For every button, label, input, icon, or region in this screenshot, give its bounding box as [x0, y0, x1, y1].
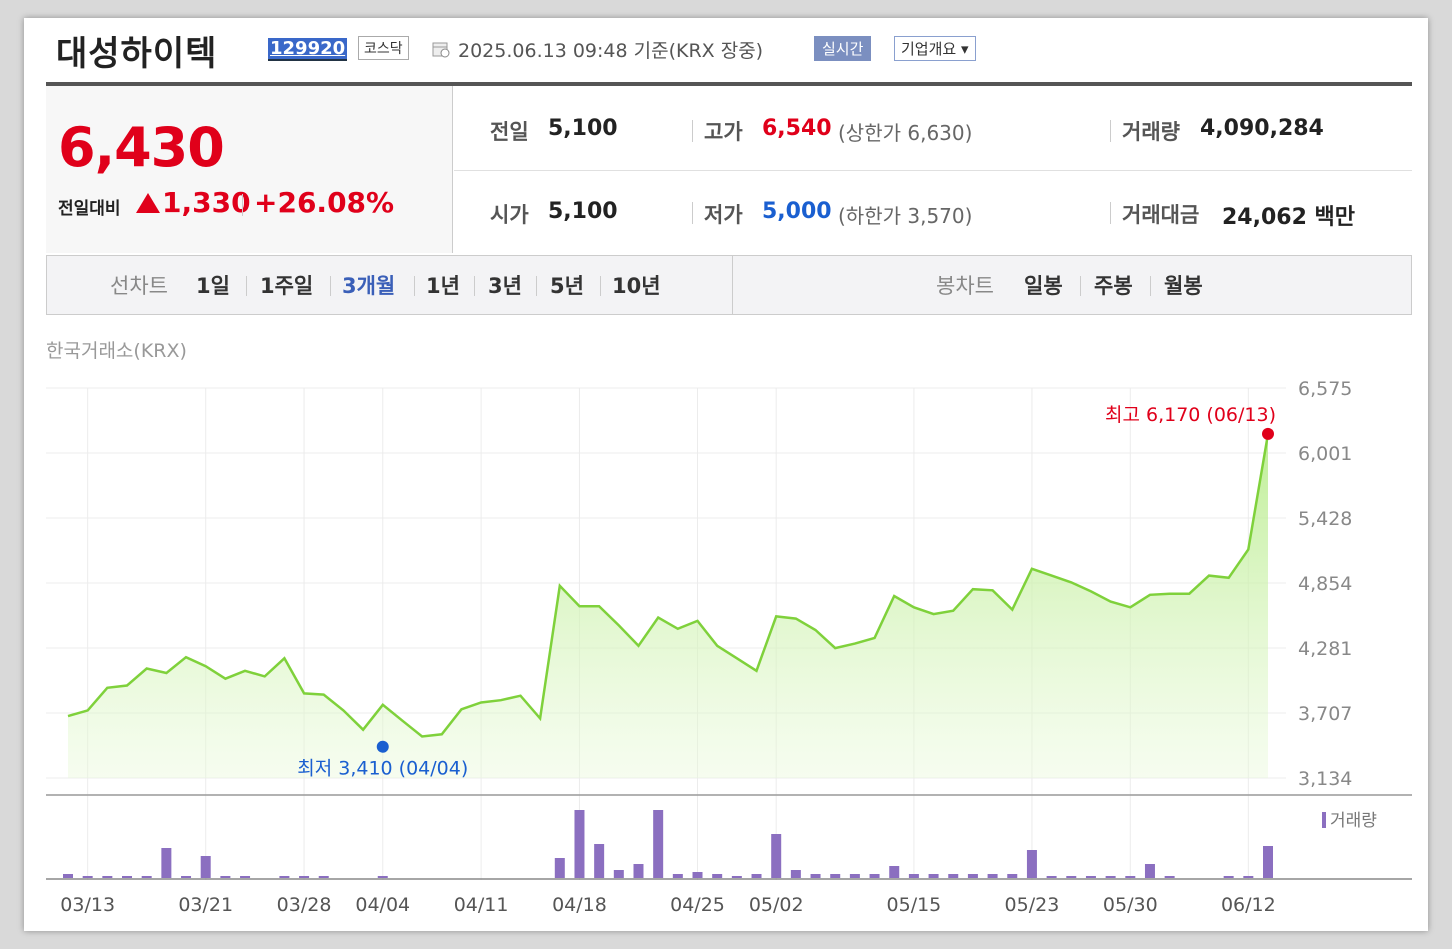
volume-bar [948, 874, 959, 878]
volume-bar [279, 876, 290, 878]
volume-bar [377, 876, 388, 878]
volume-bar [574, 810, 585, 878]
volume-bar [63, 874, 73, 878]
volume-bar [220, 876, 231, 878]
x-tick-label: 04/11 [454, 894, 509, 916]
volume-bar [869, 874, 880, 878]
volume-bar [1263, 846, 1273, 878]
volume-bar [1243, 876, 1254, 878]
volume-bar [1066, 876, 1077, 878]
volume-bar [122, 876, 133, 878]
volume-bar [200, 856, 211, 878]
volume-bar [692, 872, 703, 878]
volume-bar [889, 866, 900, 878]
volume-bar [1046, 876, 1057, 878]
volume-legend: 거래량 [1330, 811, 1377, 831]
volume-bar [1223, 876, 1234, 878]
volume-bar [987, 874, 998, 878]
volume-bar [967, 874, 978, 878]
price-chart: 6,575 6,001 5,428 4,854 4,281 3,707 3,134 최고 6,… [46, 378, 1412, 916]
volume-bar [653, 810, 664, 878]
volume-bar [240, 876, 251, 878]
x-tick-label: 03/21 [178, 894, 233, 916]
x-tick-label: 04/25 [670, 894, 725, 916]
x-tick-label: 04/18 [552, 894, 607, 916]
volume-bar [82, 876, 93, 878]
x-tick-label: 05/02 [749, 894, 804, 916]
volume-bar [1105, 876, 1116, 878]
low-annotation: 최저 3,410 (04/04) [297, 758, 468, 780]
volume-bar [299, 876, 310, 878]
stock-card: 대성하이텍 129920 코스닥 2025.06.13 09:48 기준(KRX… [24, 18, 1428, 931]
volume-bar [102, 876, 113, 878]
volume-bar [554, 858, 565, 878]
y-tick-label: 4,854 [1298, 573, 1352, 595]
volume-bar [633, 864, 644, 878]
volume-bar [318, 876, 329, 878]
y-tick-label: 6,575 [1298, 378, 1352, 400]
volume-bar [1007, 874, 1018, 878]
volume-bar [613, 870, 624, 878]
volume-bar [751, 874, 762, 878]
volume-bar [1026, 850, 1037, 878]
x-tick-label: 05/23 [1005, 894, 1060, 916]
x-tick-label: 05/15 [887, 894, 942, 916]
volume-bar [790, 870, 801, 878]
volume-bar [712, 874, 723, 878]
volume-bar [771, 834, 782, 878]
volume-bar [594, 844, 605, 878]
price-area [68, 433, 1268, 778]
x-tick-label: 03/13 [60, 894, 115, 916]
volume-bar [1144, 864, 1155, 878]
volume-bar [908, 874, 919, 878]
volume-bar [810, 874, 821, 878]
volume-legend-swatch [1322, 812, 1326, 828]
y-tick-label: 3,707 [1298, 703, 1352, 725]
high-point [1262, 427, 1274, 440]
volume-bar [141, 876, 152, 878]
y-tick-label: 6,001 [1298, 443, 1352, 465]
x-tick-label: 04/04 [355, 894, 410, 916]
volume-bar [181, 876, 192, 878]
x-tick-label: 06/12 [1221, 894, 1276, 916]
volume-bar [849, 874, 860, 878]
volume-bar [1164, 876, 1175, 878]
volume-bar [830, 874, 841, 878]
high-annotation: 최고 6,170 (06/13) [1105, 404, 1276, 426]
volume-bar [1085, 876, 1096, 878]
x-tick-label: 05/30 [1103, 894, 1158, 916]
volume-bar [731, 876, 742, 878]
volume-bar [1125, 876, 1136, 878]
low-point [376, 740, 389, 753]
volume-bar [928, 874, 939, 878]
y-tick-label: 4,281 [1298, 638, 1352, 660]
volume-bar [672, 874, 683, 878]
y-tick-label: 5,428 [1298, 508, 1352, 530]
y-tick-label: 3,134 [1298, 768, 1352, 790]
x-tick-label: 03/28 [277, 894, 332, 916]
volume-bar [161, 848, 172, 878]
